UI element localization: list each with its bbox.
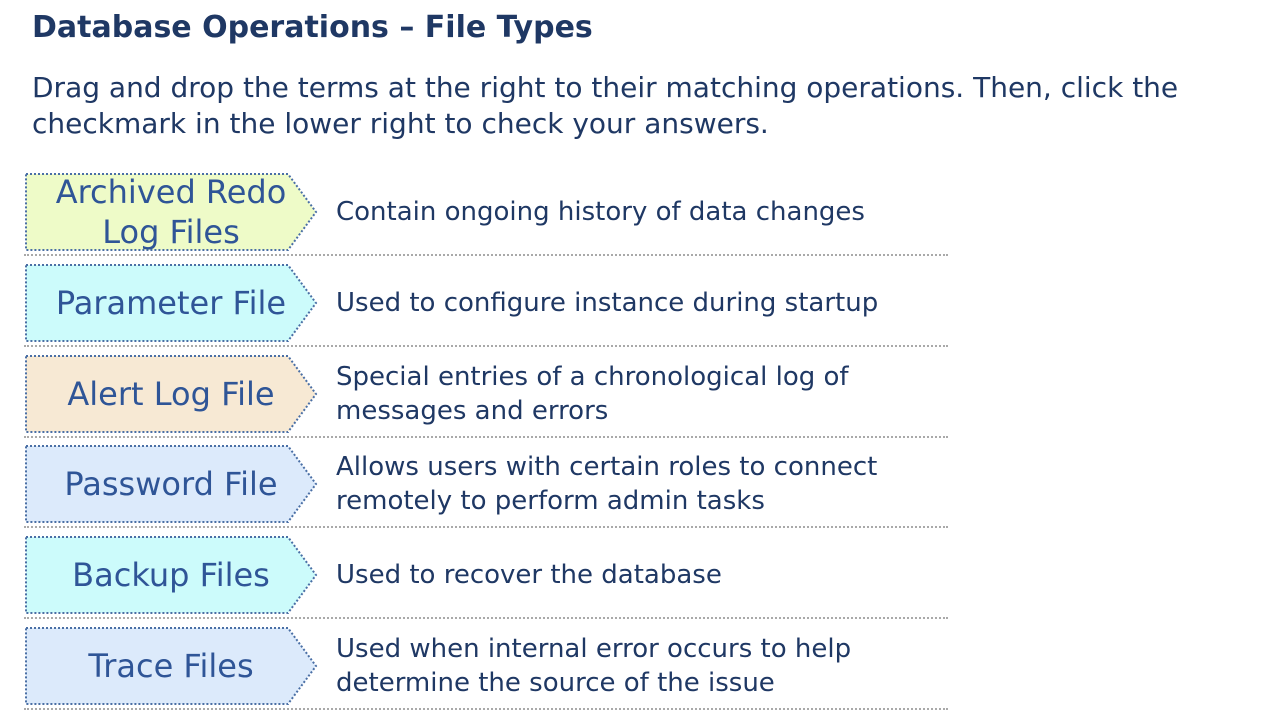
row-divider [24,436,948,438]
operation-description: Contain ongoing history of data changes [336,197,865,227]
draggable-term[interactable]: Parameter File [24,263,318,343]
match-row: Parameter File Used to configure instance… [24,261,948,347]
term-label: Trace Files [88,647,254,685]
row-divider [24,345,948,347]
page-title: Database Operations – File Types [32,10,593,45]
draggable-term[interactable]: Password File [24,444,318,524]
operation-description: Allows users with certain roles to conne… [336,452,878,516]
operation-description: Special entries of a chronological log o… [336,362,849,426]
term-label: Password File [64,465,278,503]
match-row: Password File Allows users with certain r… [24,442,948,528]
operation-description: Used to recover the database [336,560,722,590]
term-label: Archived Redo Log Files [55,173,287,251]
match-row: Alert Log File Special entries of a chron… [24,352,948,438]
match-row: Archived Redo Log Files Contain ongoing h… [24,170,948,256]
row-divider [24,254,948,256]
draggable-term[interactable]: Backup Files [24,535,318,615]
draggable-term[interactable]: Archived Redo Log Files [24,172,318,252]
draggable-term[interactable]: Alert Log File [24,354,318,434]
operation-description: Used when internal error occurs to help … [336,634,852,698]
match-row: Backup Files Used to recover the database [24,533,948,619]
instructions-text: Drag and drop the terms at the right to … [32,71,1179,140]
draggable-term[interactable]: Trace Files [24,626,318,706]
match-row: Trace Files Used when internal error occu… [24,624,948,710]
term-label: Backup Files [72,556,270,594]
row-divider [24,526,948,528]
row-divider [24,708,948,710]
term-label: Alert Log File [67,375,275,413]
term-label: Parameter File [55,284,287,322]
operation-description: Used to configure instance during startu… [336,288,879,318]
row-divider [24,617,948,619]
